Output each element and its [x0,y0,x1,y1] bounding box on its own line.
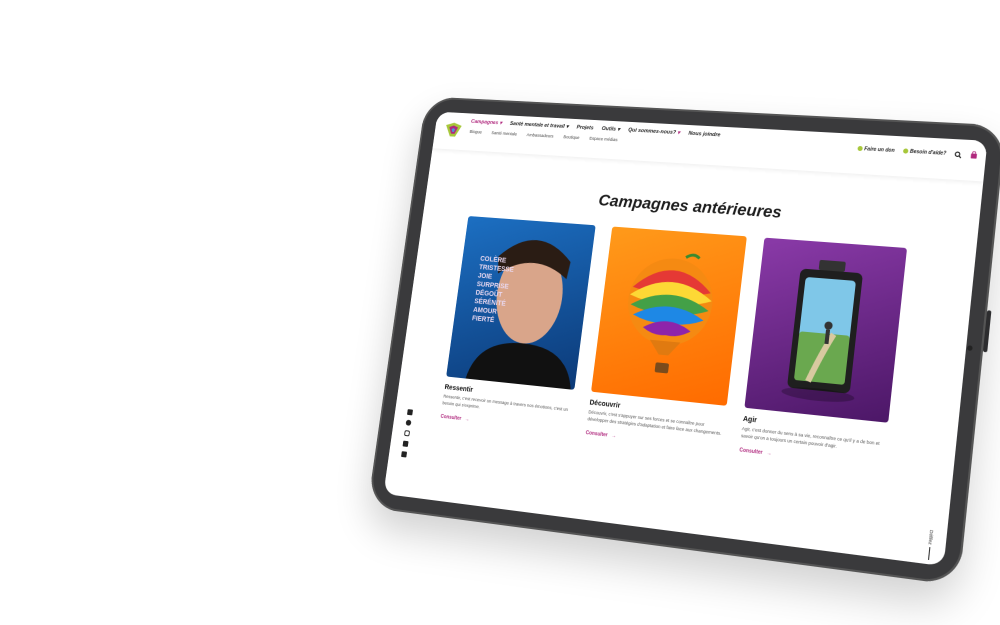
heart-icon [856,146,863,152]
nav-item-outils[interactable]: Outils ▾ [601,126,620,133]
emotion-words: COLÈRE TRISTESSE JOIE SURPRISE DÉGOÛT SÉ… [471,255,515,325]
campaign-card-decouvrir: Découvrir Découvrir, c'est s'appuyer sur… [585,226,747,452]
social-links [401,409,414,458]
tablet-camera [966,345,973,351]
campaign-image-agir[interactable] [744,237,908,423]
scroll-indicator-line [927,547,931,560]
tablet-side-button [982,310,992,353]
help-icon [902,148,909,154]
nav-item-sante-mentale-travail[interactable]: Santé mentale et travail ▾ [510,121,569,130]
arrow-right-icon: → [766,450,772,458]
help-link[interactable]: Besoin d'aide? [902,148,947,157]
facebook-icon[interactable] [405,419,412,426]
arrow-right-icon: → [610,432,617,440]
site-logo[interactable] [442,119,464,140]
nav-link-boutique[interactable]: Boutique [563,134,580,140]
search-icon[interactable] [954,151,962,158]
nav-link-blogue[interactable]: Blogue [469,129,482,134]
youtube-icon[interactable] [406,409,414,416]
tablet-frame: Campagnes ▾ Santé mentale et travail ▾ P… [367,96,1000,586]
nav-item-qui-sommes-nous[interactable]: Qui sommes-nous? ▾ [628,128,681,137]
cart-icon[interactable] [970,151,978,160]
instagram-icon[interactable] [404,430,411,437]
nav-item-campagnes[interactable]: Campagnes ▾ [471,119,503,126]
nav-link-ambassadeurs[interactable]: Ambassadeurs [526,132,553,138]
arrow-right-icon: → [464,416,470,423]
scroll-indicator-label: Défilez [927,529,935,546]
site-header: Campagnes ▾ Santé mentale et travail ▾ P… [432,111,988,182]
campaign-card-agir: Agir Agir, c'est donner du sens à sa vie… [739,237,908,470]
nav-link-espace-medias[interactable]: Espace médias [589,136,618,142]
campaign-image-ressentir[interactable]: COLÈRE TRISTESSE JOIE SURPRISE DÉGOÛT SÉ… [446,216,596,390]
nav-item-projets[interactable]: Projets [576,125,594,132]
campaign-cards: COLÈRE TRISTESSE JOIE SURPRISE DÉGOÛT SÉ… [440,216,908,470]
linkedin-icon[interactable] [401,451,408,458]
donate-link[interactable]: Faire un don [856,146,895,154]
campaign-image-decouvrir[interactable] [591,226,747,406]
campaign-card-ressentir: COLÈRE TRISTESSE JOIE SURPRISE DÉGOÛT SÉ… [440,216,596,434]
nav-link-sante-mentale[interactable]: Santé mentale [491,130,517,136]
tablet-screen: Campagnes ▾ Santé mentale et travail ▾ P… [383,111,988,567]
nav-item-nous-joindre[interactable]: Nous joindre [688,131,721,139]
header-actions: Faire un don Besoin d'aide? [856,145,978,160]
twitter-icon[interactable] [402,440,409,447]
